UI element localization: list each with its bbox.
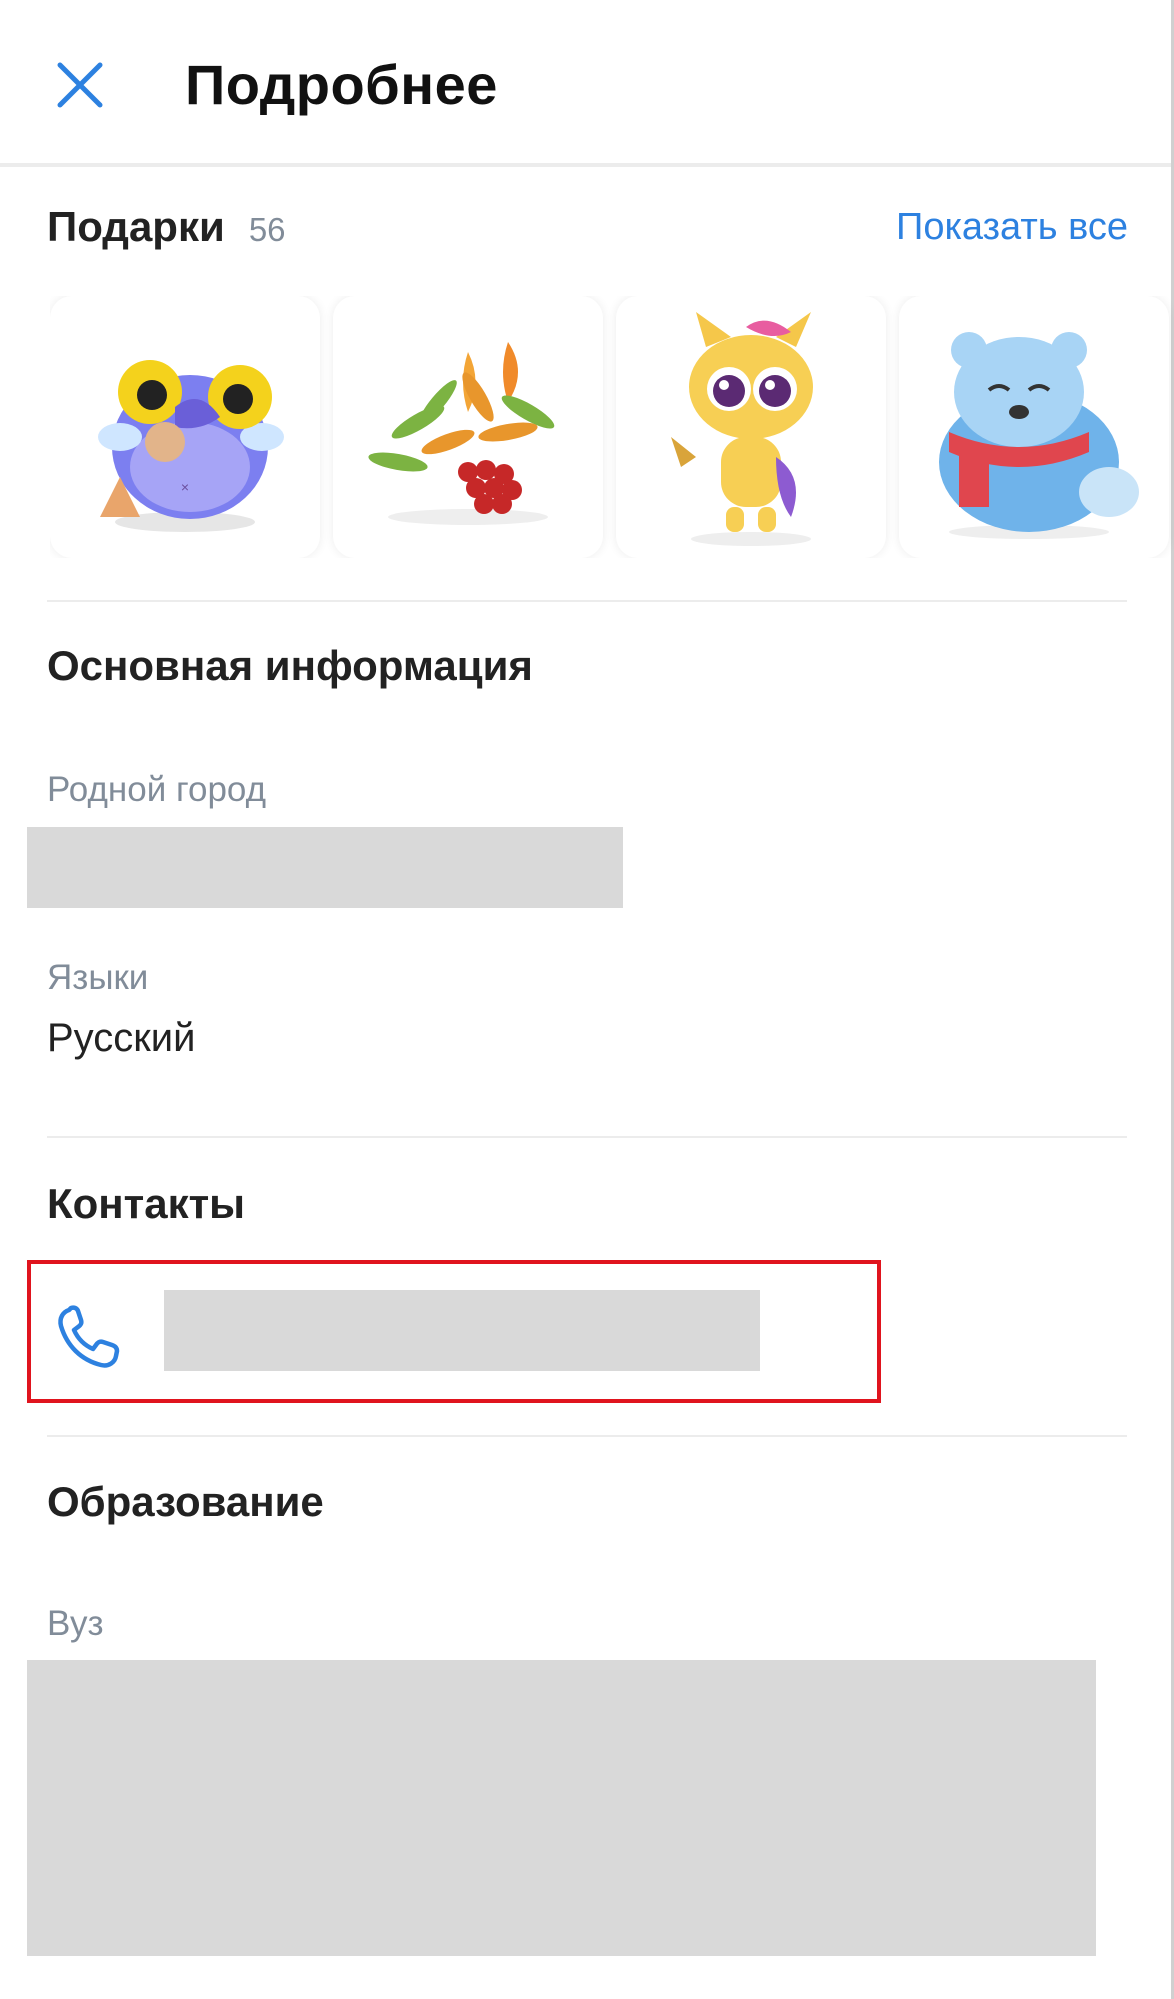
svg-text:×: × — [181, 479, 189, 495]
gifts-count: 56 — [248, 211, 286, 248]
gifts-title: Подарки — [47, 203, 225, 250]
contacts-title: Контакты — [47, 1180, 246, 1227]
languages-label: Языки — [47, 958, 149, 997]
hometown-label: Родной город — [47, 770, 267, 809]
basic-info-title: Основная информация — [47, 642, 533, 689]
gift-card[interactable]: × — [50, 296, 320, 558]
gifts-header: Подарки 56 — [47, 203, 286, 251]
gifts-carousel[interactable]: × — [50, 296, 1174, 558]
page-title: Подробнее — [185, 53, 498, 116]
gift-sticker-cat-icon — [671, 312, 813, 546]
gift-card[interactable] — [333, 296, 603, 558]
university-label: Вуз — [47, 1604, 104, 1643]
profile-details-screen: Подробнее Подарки 56 Показать все × Осно… — [0, 0, 1174, 1999]
hometown-value-redacted — [27, 827, 623, 908]
gift-card[interactable] — [899, 296, 1169, 558]
languages-value: Русский — [47, 1016, 196, 1060]
phone-number-redacted — [164, 1290, 760, 1371]
university-value-redacted — [27, 1660, 1096, 1956]
show-all-gifts-link[interactable]: Показать все — [896, 206, 1128, 249]
close-icon — [57, 62, 103, 108]
gift-sticker-blue-bear-icon — [939, 332, 1139, 539]
header-bar: Подробнее — [0, 0, 1171, 167]
gift-sticker-blue-monster-icon: × — [98, 360, 284, 532]
gift-card[interactable] — [616, 296, 886, 558]
gift-sticker-rowan-branch-icon — [368, 342, 555, 525]
close-button[interactable] — [40, 45, 120, 125]
divider — [47, 1435, 1127, 1437]
phone-contact-row[interactable] — [27, 1260, 881, 1403]
education-title: Образование — [47, 1478, 324, 1525]
divider — [47, 1136, 1127, 1138]
phone-icon — [58, 1305, 120, 1368]
divider — [47, 600, 1127, 602]
